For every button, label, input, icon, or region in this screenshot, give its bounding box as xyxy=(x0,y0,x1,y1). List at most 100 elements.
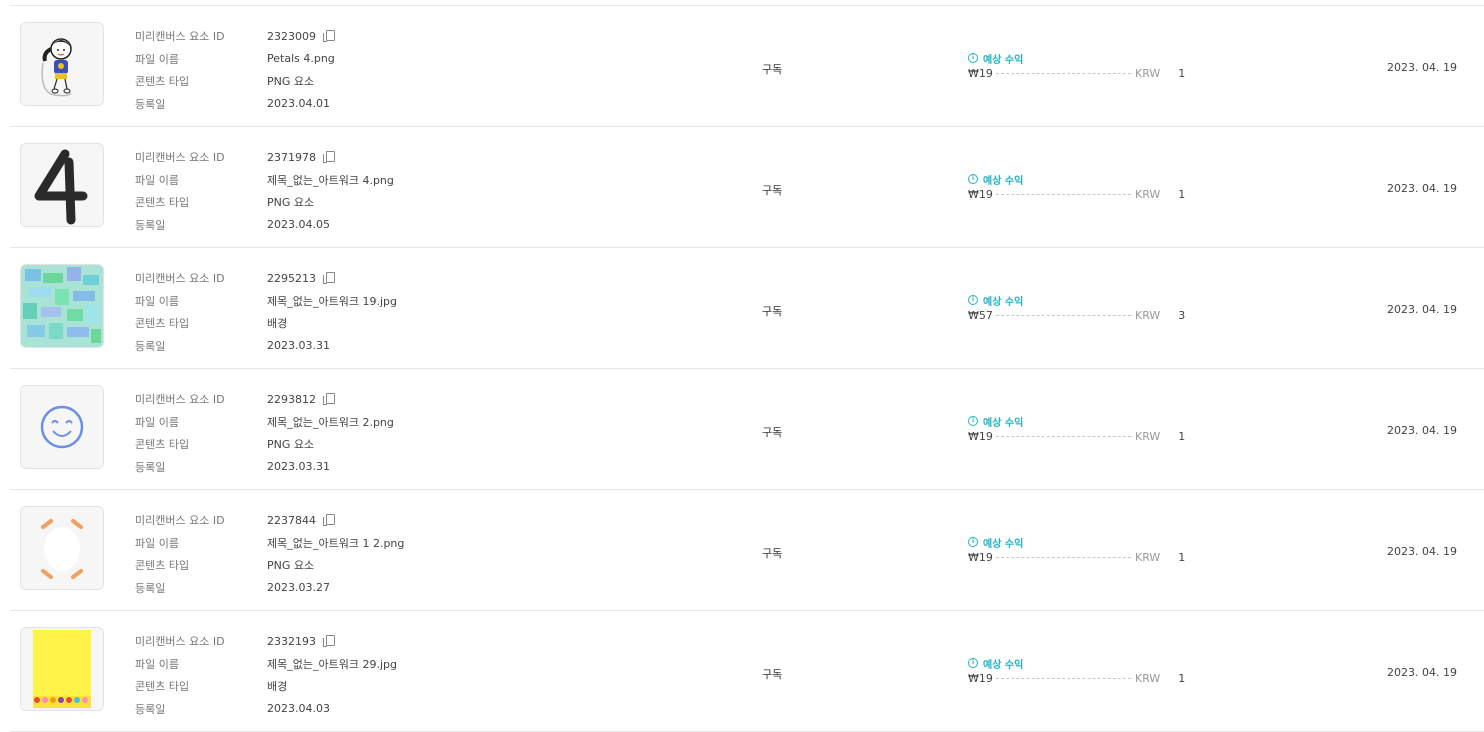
dashed-leader xyxy=(996,314,1131,316)
copy-icon[interactable] xyxy=(323,30,335,43)
info-icon: i xyxy=(968,53,978,63)
plan-type: 구독 xyxy=(762,668,783,681)
thumbnail[interactable] xyxy=(20,22,104,106)
expected-revenue-label: 예상 수익 xyxy=(983,296,1024,308)
revenue-block: i 예상 수익 ₩19 KRW 1 xyxy=(968,172,1185,202)
plan-type: 구독 xyxy=(762,305,783,318)
thumbnail[interactable] xyxy=(20,264,104,348)
element-id-label: 미리캔버스 요소 ID xyxy=(135,514,225,528)
file-name-label: 파일 이름 xyxy=(135,657,179,671)
copy-icon[interactable] xyxy=(323,514,335,527)
content-type-value: 배경 xyxy=(267,317,288,331)
content-type-value: 배경 xyxy=(267,680,288,694)
thumbnail[interactable] xyxy=(20,385,104,469)
revenue-amount: ₩19 xyxy=(968,66,993,80)
girl-jump-rope-image xyxy=(21,23,103,105)
revenue-block: i 예상 수익 ₩19 KRW 1 xyxy=(968,51,1185,81)
currency-label: KRW xyxy=(1135,187,1161,201)
expected-revenue-tooltip[interactable]: i 예상 수익 xyxy=(968,414,1185,429)
revenue-block: i 예상 수익 ₩57 KRW 3 xyxy=(968,293,1185,323)
revenue-amount: ₩19 xyxy=(968,550,993,564)
expected-revenue-tooltip[interactable]: i 예상 수익 xyxy=(968,51,1185,66)
thumbnail[interactable] xyxy=(20,143,104,227)
file-name-value: Petals 4.png xyxy=(267,52,335,66)
expected-revenue-label: 예상 수익 xyxy=(983,659,1024,671)
info-icon: i xyxy=(968,416,978,426)
download-count: 1 xyxy=(1178,429,1186,443)
file-name-value: 제목_없는_아트워크 2.png xyxy=(267,415,394,429)
plan-type: 구독 xyxy=(762,426,783,439)
element-id-label: 미리캔버스 요소 ID xyxy=(135,30,225,44)
file-name-label: 파일 이름 xyxy=(135,415,179,429)
copy-icon[interactable] xyxy=(323,393,335,406)
mosaic-pattern-image xyxy=(21,265,103,347)
content-type-value: PNG 요소 xyxy=(267,75,315,89)
element-id-value: 2295213 xyxy=(267,271,316,285)
registered-value: 2023.03.31 xyxy=(267,460,330,474)
list-item: 미리캔버스 요소 ID 2237844 파일 이름 제목_없는_아트워크 1 2.p… xyxy=(10,490,1484,611)
settlement-date: 2023. 04. 19 xyxy=(1387,182,1457,195)
info-icon: i xyxy=(968,537,978,547)
currency-label: KRW xyxy=(1135,66,1161,80)
content-type-label: 콘텐츠 타입 xyxy=(135,196,190,210)
element-id-value: 2323009 xyxy=(267,29,316,43)
expected-revenue-tooltip[interactable]: i 예상 수익 xyxy=(968,535,1185,550)
element-id-label: 미리캔버스 요소 ID xyxy=(135,393,225,407)
copy-icon[interactable] xyxy=(323,151,335,164)
content-type-label: 콘텐츠 타입 xyxy=(135,75,190,89)
download-count: 1 xyxy=(1178,550,1186,564)
element-id-value: 2371978 xyxy=(267,150,316,164)
settlement-date: 2023. 04. 19 xyxy=(1387,61,1457,74)
file-name-label: 파일 이름 xyxy=(135,52,179,66)
content-list: 미리캔버스 요소 ID 2323009 파일 이름 Petals 4.png 콘텐츠… xyxy=(0,6,1484,732)
expected-revenue-tooltip[interactable]: i 예상 수익 xyxy=(968,293,1185,308)
element-id-label: 미리캔버스 요소 ID xyxy=(135,272,225,286)
element-id-value: 2237844 xyxy=(267,513,316,527)
settlement-date: 2023. 04. 19 xyxy=(1387,666,1457,679)
meta-block: 미리캔버스 요소 ID 2293812 파일 이름 제목_없는_아트워크 2.png… xyxy=(135,388,394,478)
thumbnail[interactable] xyxy=(20,506,104,590)
currency-label: KRW xyxy=(1135,429,1161,443)
expected-revenue-tooltip[interactable]: i 예상 수익 xyxy=(968,172,1185,187)
settlement-date: 2023. 04. 19 xyxy=(1387,424,1457,437)
revenue-block: i 예상 수익 ₩19 KRW 1 xyxy=(968,414,1185,444)
list-item: 미리캔버스 요소 ID 2295213 파일 이름 제목_없는_아트워크 19.jp… xyxy=(10,248,1484,369)
registered-label: 등록일 xyxy=(135,460,166,474)
expected-revenue-label: 예상 수익 xyxy=(983,417,1024,429)
meta-block: 미리캔버스 요소 ID 2332193 파일 이름 제목_없는_아트워크 29.jp… xyxy=(135,630,397,720)
revenue-amount: ₩57 xyxy=(968,308,993,322)
registered-value: 2023.04.01 xyxy=(267,97,330,111)
dashed-leader xyxy=(996,435,1131,437)
meta-block: 미리캔버스 요소 ID 2323009 파일 이름 Petals 4.png 콘텐츠… xyxy=(135,25,335,115)
file-name-label: 파일 이름 xyxy=(135,173,179,187)
element-id-value: 2332193 xyxy=(267,634,316,648)
dashed-leader xyxy=(996,556,1131,558)
meta-block: 미리캔버스 요소 ID 2295213 파일 이름 제목_없는_아트워크 19.jp… xyxy=(135,267,397,357)
info-icon: i xyxy=(968,658,978,668)
thumbnail[interactable] xyxy=(20,627,104,711)
plan-type: 구독 xyxy=(762,63,783,76)
info-icon: i xyxy=(968,174,978,184)
download-count: 1 xyxy=(1178,187,1186,201)
currency-label: KRW xyxy=(1135,308,1161,322)
content-type-label: 콘텐츠 타입 xyxy=(135,317,190,331)
expected-revenue-tooltip[interactable]: i 예상 수익 xyxy=(968,656,1185,671)
file-name-label: 파일 이름 xyxy=(135,536,179,550)
download-count: 1 xyxy=(1178,66,1186,80)
copy-icon[interactable] xyxy=(323,635,335,648)
content-type-value: PNG 요소 xyxy=(267,196,315,210)
revenue-amount: ₩19 xyxy=(968,187,993,201)
element-id-value: 2293812 xyxy=(267,392,316,406)
list-item: 미리캔버스 요소 ID 2332193 파일 이름 제목_없는_아트워크 29.jp… xyxy=(10,611,1484,732)
plan-type: 구독 xyxy=(762,184,783,197)
yellow-flowers-image xyxy=(21,628,103,710)
content-type-value: PNG 요소 xyxy=(267,438,315,452)
expected-revenue-label: 예상 수익 xyxy=(983,54,1024,66)
file-name-label: 파일 이름 xyxy=(135,294,179,308)
smiley-face-image xyxy=(21,386,103,468)
copy-icon[interactable] xyxy=(323,272,335,285)
registered-label: 등록일 xyxy=(135,702,166,716)
meta-block: 미리캔버스 요소 ID 2237844 파일 이름 제목_없는_아트워크 1 2.p… xyxy=(135,509,404,599)
settlement-date: 2023. 04. 19 xyxy=(1387,545,1457,558)
expected-revenue-label: 예상 수익 xyxy=(983,175,1024,187)
